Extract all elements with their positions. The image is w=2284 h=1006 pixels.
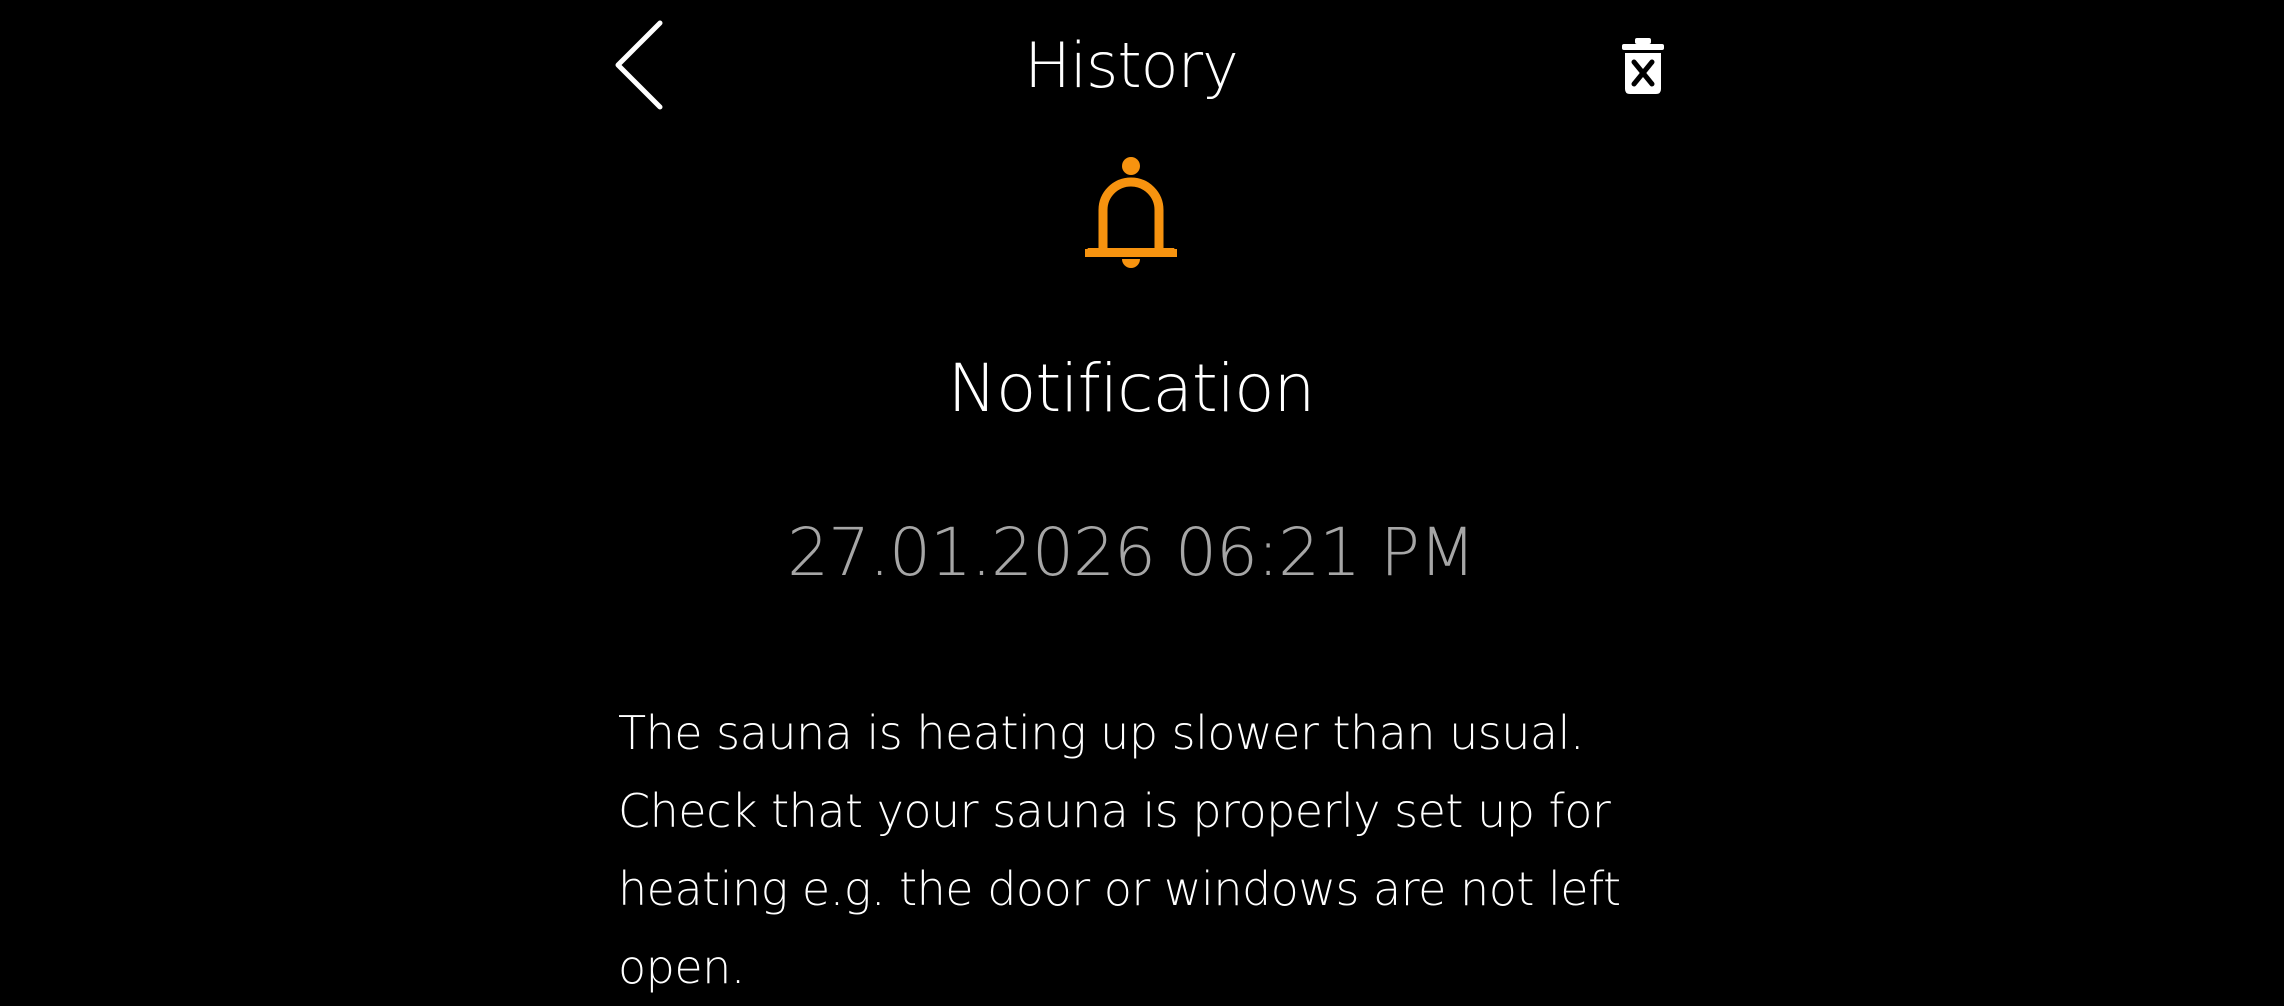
trash-icon <box>1622 38 1664 94</box>
notification-type-icon <box>1081 155 1181 270</box>
notification-timestamp: 27.01.2026 06:21 PM <box>787 514 1476 591</box>
page-title: History <box>1024 29 1239 102</box>
history-detail-screen: History Notification 27.01.2026 06:21 PM… <box>0 0 2284 994</box>
header-bar: History <box>0 0 2284 140</box>
bell-icon <box>1085 157 1177 268</box>
notification-type-label: Notification <box>947 350 1316 427</box>
delete-button[interactable] <box>1605 24 1681 108</box>
notification-message: The sauna is heating up slower than usua… <box>618 706 1621 994</box>
